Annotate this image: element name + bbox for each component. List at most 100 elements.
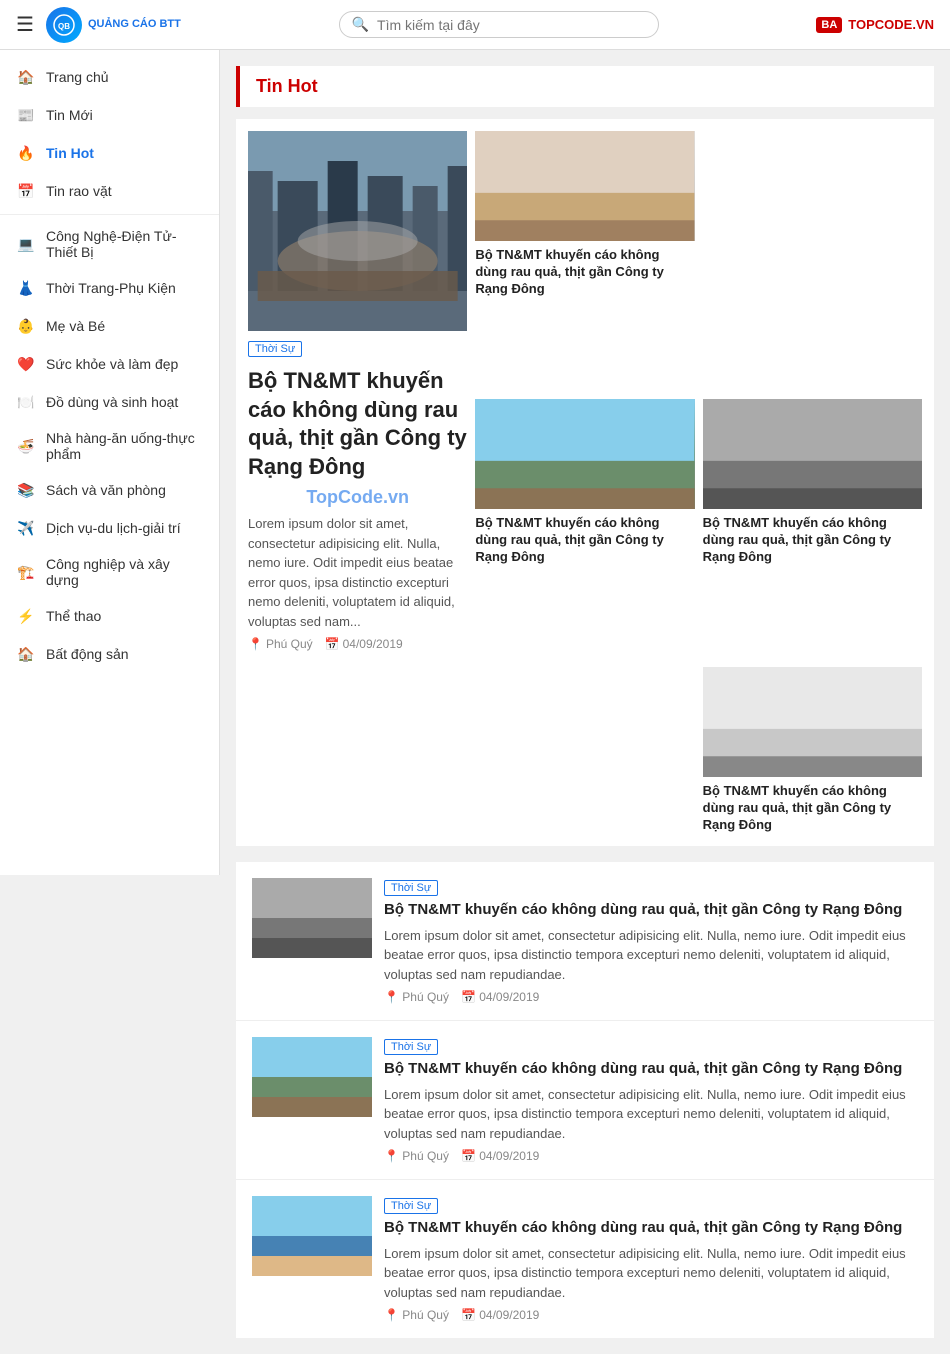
side-card-title-2: Bộ TN&MT khuyến cáo không dùng rau quả, … [703, 515, 922, 566]
sidebar-label-cong-nghe: Công Nghệ-Điện Tử-Thiết Bị [46, 228, 203, 260]
featured-main-article[interactable]: Thời Sự Bộ TN&MT khuyến cáo không dùng r… [248, 131, 467, 659]
article-title-2: Bộ TN&MT khuyến cáo không dùng rau quả, … [384, 1218, 918, 1238]
article-date-2: 📅 04/09/2019 [461, 1308, 539, 1322]
side-card-title-1: Bộ TN&MT khuyến cáo không dùng rau quả, … [475, 515, 694, 566]
article-date-0: 📅 04/09/2019 [461, 990, 539, 1004]
sidebar-icon-do-dung: 🍽️ [16, 392, 36, 412]
article-tag-1[interactable]: Thời Sự [384, 1039, 438, 1055]
logo-text: QUẢNG CÁO BTT [88, 18, 181, 31]
sidebar-icon-dich-vu: ✈️ [16, 518, 36, 538]
article-list: Thời Sự Bộ TN&MT khuyến cáo không dùng r… [236, 862, 934, 1338]
featured-main-content: Thời Sự Bộ TN&MT khuyến cáo không dùng r… [248, 331, 467, 659]
section-header: Tin Hot [236, 66, 934, 107]
sidebar-icon-thoi-trang: 👗 [16, 278, 36, 298]
sidebar-icon-bat-dong-san: 🏠 [16, 644, 36, 664]
sidebar-label-cong-nghiep: Công nghiệp và xây dựng [46, 556, 203, 588]
logo-icon: QB [46, 7, 82, 43]
search-bar: 🔍 [339, 11, 659, 38]
sidebar-item-thoi-trang[interactable]: 👗 Thời Trang-Phụ Kiện [0, 269, 219, 307]
sidebar-item-me-va-be[interactable]: 👶 Mẹ và Bé [0, 307, 219, 345]
sidebar-icon-sach-van-phong: 📚 [16, 480, 36, 500]
watermark: TopCode.vn [248, 487, 467, 508]
topcode-icon: BA [816, 17, 842, 33]
location-meta: 📍 Phú Quý [248, 637, 313, 651]
article-location-2: 📍 Phú Quý [384, 1308, 449, 1322]
featured-main-excerpt: Lorem ipsum dolor sit amet, consectetur … [248, 514, 467, 631]
article-thumb-1 [252, 1037, 372, 1117]
sidebar-icon-the-thao: ⚡ [16, 606, 36, 626]
sidebar-label-thoi-trang: Thời Trang-Phụ Kiện [46, 280, 176, 296]
sidebar-item-cong-nghe[interactable]: 💻 Công Nghệ-Điện Tử-Thiết Bị [0, 219, 219, 269]
article-thumb-2 [252, 1196, 372, 1276]
article-item-0[interactable]: Thời Sự Bộ TN&MT khuyến cáo không dùng r… [236, 862, 934, 1021]
sidebar-label-dich-vu: Dịch vụ-du lịch-giải trí [46, 520, 181, 536]
topcode-domain-label: TOPCODE.VN [848, 17, 934, 32]
sidebar-icon-suc-khoe: ❤️ [16, 354, 36, 374]
featured-main-tag[interactable]: Thời Sự [248, 341, 302, 357]
side-card-image-2 [703, 399, 922, 509]
article-excerpt-0: Lorem ipsum dolor sit amet, consectetur … [384, 926, 918, 985]
sidebar-icon-cong-nghe: 💻 [16, 234, 36, 254]
logo[interactable]: QB QUẢNG CÁO BTT [46, 7, 181, 43]
article-tag-0[interactable]: Thời Sự [384, 880, 438, 896]
sidebar-icon-nha-hang: 🍜 [16, 436, 36, 456]
sidebar-label-do-dung: Đồ dùng và sinh hoạt [46, 394, 178, 410]
sidebar-icon-tin-hot: 🔥 [16, 143, 36, 163]
featured-main-meta: 📍 Phú Quý 📅 04/09/2019 [248, 637, 467, 651]
side-card-1[interactable]: Bộ TN&MT khuyến cáo không dùng rau quả, … [475, 399, 694, 659]
sidebar-label-tin-moi: Tin Mới [46, 107, 93, 123]
sidebar-divider [0, 214, 219, 215]
main-content: Tin Hot [220, 50, 950, 1354]
sidebar-item-bat-dong-san[interactable]: 🏠 Bất động sản [0, 635, 219, 673]
topcode-logo[interactable]: BA TOPCODE.VN [816, 17, 934, 33]
sidebar-icon-me-va-be: 👶 [16, 316, 36, 336]
side-card-0[interactable]: Bộ TN&MT khuyến cáo không dùng rau quả, … [475, 131, 694, 391]
article-excerpt-2: Lorem ipsum dolor sit amet, consectetur … [384, 1244, 918, 1303]
sidebar-item-sach-van-phong[interactable]: 📚 Sách và văn phòng [0, 471, 219, 509]
sidebar-label-me-va-be: Mẹ và Bé [46, 318, 105, 334]
sidebar-item-nha-hang[interactable]: 🍜 Nhà hàng-ăn uống-thực phẩm [0, 421, 219, 471]
article-location-1: 📍 Phú Quý [384, 1149, 449, 1163]
sidebar-item-do-dung[interactable]: 🍽️ Đồ dùng và sinh hoạt [0, 383, 219, 421]
article-content-0: Thời Sự Bộ TN&MT khuyến cáo không dùng r… [384, 878, 918, 1004]
article-date-1: 📅 04/09/2019 [461, 1149, 539, 1163]
side-card-3[interactable]: Bộ TN&MT khuyến cáo không dùng rau quả, … [703, 667, 922, 834]
side-card-image-1 [475, 399, 694, 509]
article-item-1[interactable]: Thời Sự Bộ TN&MT khuyến cáo không dùng r… [236, 1021, 934, 1180]
svg-text:QB: QB [58, 22, 70, 31]
sidebar-item-tin-hot[interactable]: 🔥 Tin Hot [0, 134, 219, 172]
article-meta-0: 📍 Phú Quý 📅 04/09/2019 [384, 990, 918, 1004]
sidebar-item-suc-khoe[interactable]: ❤️ Sức khỏe và làm đẹp [0, 345, 219, 383]
article-excerpt-1: Lorem ipsum dolor sit amet, consectetur … [384, 1085, 918, 1144]
sidebar-label-suc-khoe: Sức khỏe và làm đẹp [46, 356, 178, 372]
sidebar-label-bat-dong-san: Bất động sản [46, 646, 129, 662]
side-card-image-3 [703, 667, 922, 777]
header: ☰ QB QUẢNG CÁO BTT 🔍 BA TOPCODE.VN [0, 0, 950, 50]
sidebar-item-tin-rao-vat[interactable]: 📅 Tin rao vặt [0, 172, 219, 210]
sidebar: 🏠 Trang chủ 📰 Tin Mới 🔥 Tin Hot 📅 Tin ra… [0, 50, 220, 875]
sidebar-item-dich-vu[interactable]: ✈️ Dịch vụ-du lịch-giải trí [0, 509, 219, 547]
featured-grid: Thời Sự Bộ TN&MT khuyến cáo không dùng r… [236, 119, 934, 846]
article-tag-2[interactable]: Thời Sự [384, 1198, 438, 1214]
featured-main-title: Bộ TN&MT khuyến cáo không dùng rau quả, … [248, 367, 467, 481]
sidebar-icon-tin-moi: 📰 [16, 105, 36, 125]
date-meta: 📅 04/09/2019 [325, 637, 403, 651]
layout: 🏠 Trang chủ 📰 Tin Mới 🔥 Tin Hot 📅 Tin ra… [0, 50, 950, 1354]
sidebar-label-trang-chu: Trang chủ [46, 69, 109, 85]
search-input[interactable] [377, 17, 646, 33]
featured-main-image [248, 131, 467, 331]
sidebar-item-trang-chu[interactable]: 🏠 Trang chủ [0, 58, 219, 96]
article-item-2[interactable]: Thời Sự Bộ TN&MT khuyến cáo không dùng r… [236, 1180, 934, 1338]
sidebar-item-the-thao[interactable]: ⚡ Thể thao [0, 597, 219, 635]
search-icon: 🔍 [352, 16, 369, 33]
sidebar-label-sach-van-phong: Sách và văn phòng [46, 482, 166, 498]
hamburger-menu-icon[interactable]: ☰ [16, 12, 34, 37]
sidebar-item-cong-nghiep[interactable]: 🏗️ Công nghiệp và xây dựng [0, 547, 219, 597]
sidebar-label-tin-rao-vat: Tin rao vặt [46, 183, 112, 199]
article-thumb-0 [252, 878, 372, 958]
side-card-2[interactable]: Bộ TN&MT khuyến cáo không dùng rau quả, … [703, 399, 922, 659]
side-card-title-3: Bộ TN&MT khuyến cáo không dùng rau quả, … [703, 783, 922, 834]
sidebar-label-the-thao: Thể thao [46, 608, 101, 624]
article-content-1: Thời Sự Bộ TN&MT khuyến cáo không dùng r… [384, 1037, 918, 1163]
sidebar-item-tin-moi[interactable]: 📰 Tin Mới [0, 96, 219, 134]
